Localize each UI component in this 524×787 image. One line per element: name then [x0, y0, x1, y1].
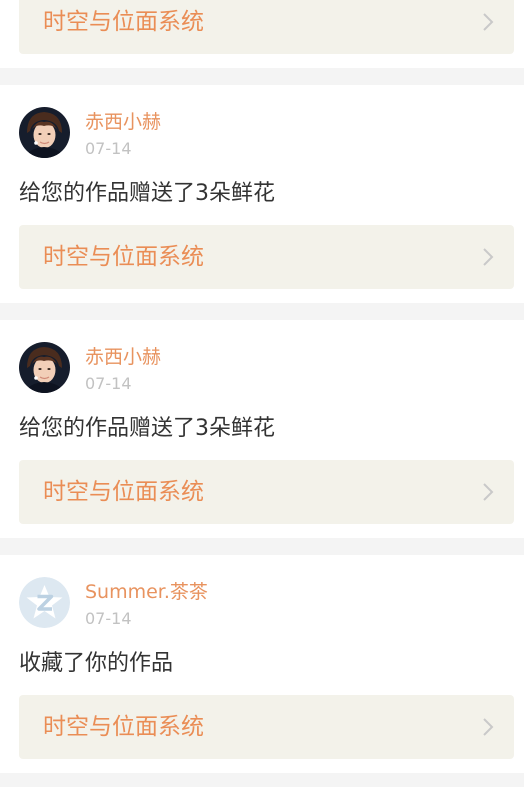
- notification-feed: 时空与位面系统 赤西小赫 07-14 给您的作品赠送了3朵鲜花 时空与位面系统 …: [0, 0, 524, 787]
- timestamp: 07-14: [85, 374, 132, 393]
- timestamp: 07-14: [85, 139, 132, 158]
- card-header: 赤西小赫 07-14: [19, 342, 499, 394]
- chevron-right-icon: [483, 248, 494, 266]
- notification-card: 赤西小赫 07-14 给您的作品赠送了3朵鲜花 时空与位面系统: [0, 85, 524, 303]
- default-z-avatar-icon: [19, 577, 70, 628]
- username[interactable]: 赤西小赫: [85, 346, 161, 368]
- timestamp: 07-14: [85, 609, 132, 628]
- user-photo-avatar-icon: [19, 342, 70, 393]
- username[interactable]: Summer.茶茶: [85, 581, 208, 603]
- work-link[interactable]: 时空与位面系统: [19, 695, 514, 759]
- action-text: 收藏了你的作品: [19, 651, 174, 676]
- chevron-right-icon: [483, 483, 494, 501]
- action-text: 给您的作品赠送了3朵鲜花: [19, 416, 275, 441]
- work-title: 时空与位面系统: [43, 9, 204, 35]
- username[interactable]: 赤西小赫: [85, 111, 161, 133]
- chevron-right-icon: [483, 718, 494, 736]
- chevron-right-icon: [483, 13, 494, 31]
- action-text: 给您的作品赠送了3朵鲜花: [19, 181, 275, 206]
- notification-card: Summer.茶茶 07-14 收藏了你的作品 时空与位面系统: [0, 555, 524, 773]
- work-title: 时空与位面系统: [43, 714, 204, 740]
- avatar[interactable]: [19, 107, 70, 158]
- user-photo-avatar-icon: [19, 107, 70, 158]
- work-title: 时空与位面系统: [43, 479, 204, 505]
- work-title: 时空与位面系统: [43, 244, 204, 270]
- work-link[interactable]: 时空与位面系统: [19, 225, 514, 289]
- card-header: 赤西小赫 07-14: [19, 107, 499, 159]
- work-link[interactable]: 时空与位面系统: [19, 460, 514, 524]
- card-header: Summer.茶茶 07-14: [19, 577, 499, 629]
- work-link[interactable]: 时空与位面系统: [19, 0, 514, 54]
- avatar[interactable]: [19, 342, 70, 393]
- notification-card: 时空与位面系统: [0, 0, 524, 68]
- avatar[interactable]: [19, 577, 70, 628]
- notification-card: 赤西小赫 07-14 给您的作品赠送了3朵鲜花 时空与位面系统: [0, 320, 524, 538]
